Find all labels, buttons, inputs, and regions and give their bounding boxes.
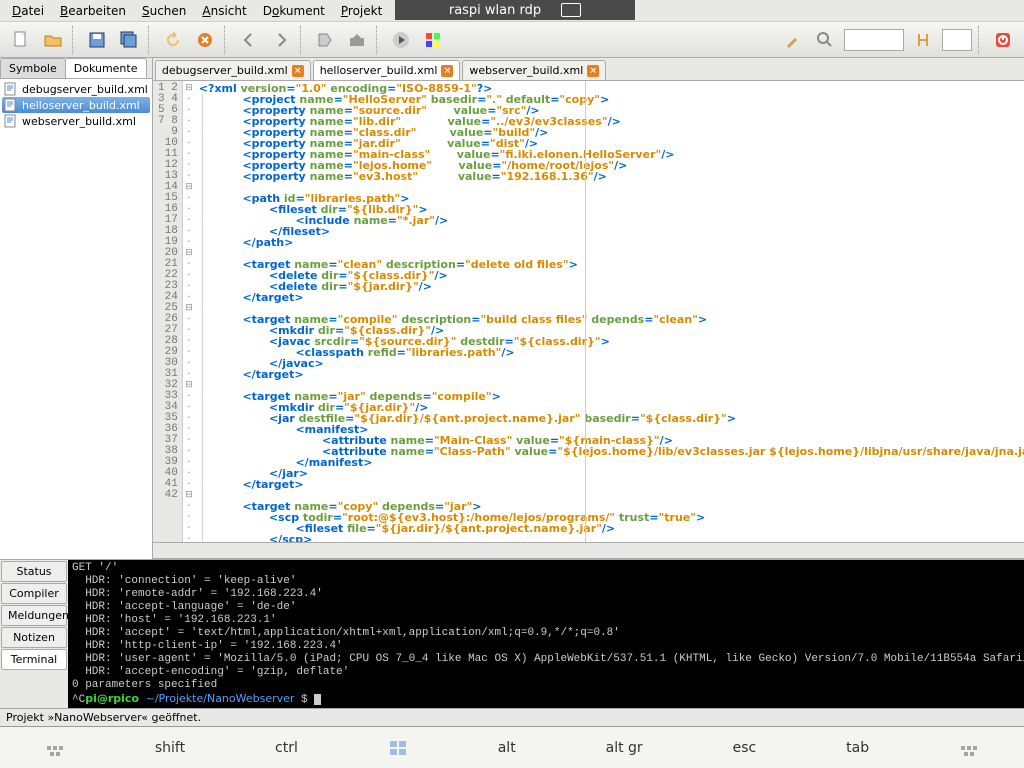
windows-key-icon[interactable] [388, 738, 408, 758]
horizontal-scrollbar[interactable] [153, 542, 1024, 558]
bottom-tab-notizen[interactable]: Notizen [1, 627, 67, 648]
save-all-icon[interactable] [114, 25, 144, 55]
close-tab-icon[interactable]: × [441, 65, 453, 77]
onscreen-keyboard-bar: shift ctrl alt alt gr esc tab [0, 726, 1024, 768]
sidebar-tab-dokumente[interactable]: Dokumente [65, 58, 147, 78]
close-tab-icon[interactable]: × [292, 65, 304, 77]
menu-dokument[interactable]: Dokument [255, 2, 333, 20]
code-editor[interactable]: 1 2 3 4 5 6 7 8 9 10 11 12 13 14 15 16 1… [153, 80, 1024, 542]
bottom-tab-status[interactable]: Status [1, 561, 67, 582]
statusbar: Projekt »NanoWebserver« geöffnet. [0, 708, 1024, 726]
sidebar-tab-symbole[interactable]: Symbole [0, 58, 66, 78]
new-file-icon[interactable] [6, 25, 36, 55]
key-shift[interactable]: shift [155, 740, 185, 756]
rdp-title-banner: raspi wlan rdp [395, 0, 635, 20]
brush-icon[interactable] [778, 25, 808, 55]
reload-icon[interactable] [158, 25, 188, 55]
key-esc[interactable]: esc [733, 740, 757, 756]
banner-text: raspi wlan rdp [449, 3, 541, 18]
bottom-tab-terminal[interactable]: Terminal [1, 649, 67, 670]
goto-input[interactable] [942, 29, 972, 51]
sidebar-tabs: SymboleDokumente [0, 58, 152, 79]
jump-icon[interactable] [908, 25, 938, 55]
line-gutter: 1 2 3 4 5 6 7 8 9 10 11 12 13 14 15 16 1… [153, 81, 183, 542]
fold-column[interactable]: ⊟ · · · · · · · · ⊟ · · · · · ⊟ · · · · … [183, 81, 195, 542]
bottom-tab-compiler[interactable]: Compiler [1, 583, 67, 604]
editor-tabs: debugserver_build.xml×helloserver_build.… [153, 58, 1024, 80]
compile-icon[interactable] [310, 25, 340, 55]
editor-tab[interactable]: helloserver_build.xml× [313, 60, 461, 80]
terminal[interactable]: GET '/' HDR: 'connection' = 'keep-alive'… [68, 560, 1024, 708]
code-content[interactable]: <?xml version="1.0" encoding="ISO-8859-1… [195, 81, 1024, 542]
save-icon[interactable] [82, 25, 112, 55]
quit-icon[interactable] [988, 25, 1018, 55]
xml-file-icon [4, 98, 18, 112]
open-file-icon[interactable] [38, 25, 68, 55]
menu-projekt[interactable]: Projekt [333, 2, 390, 20]
key-altgr[interactable]: alt gr [606, 740, 643, 756]
xml-file-icon [4, 82, 18, 96]
sidebar: SymboleDokumente debugserver_build.xmlhe… [0, 58, 153, 558]
file-item[interactable]: debugserver_build.xml [2, 81, 150, 97]
search-input[interactable] [844, 29, 904, 51]
bottom-tabs: StatusCompilerMeldungenNotizenTerminal [0, 560, 68, 708]
file-item[interactable]: webserver_build.xml [2, 113, 150, 129]
xml-file-icon [4, 114, 18, 128]
close-file-icon[interactable] [190, 25, 220, 55]
key-tab[interactable]: tab [846, 740, 869, 756]
editor-tab[interactable]: debugserver_build.xml× [155, 60, 311, 80]
menu-bearbeiten[interactable]: Bearbeiten [52, 2, 134, 20]
grid-right-icon[interactable] [959, 738, 979, 758]
keyboard-icon[interactable] [561, 3, 581, 17]
search-icon[interactable] [810, 25, 840, 55]
color-picker-icon[interactable] [418, 25, 448, 55]
status-text: Projekt »NanoWebserver« geöffnet. [6, 711, 201, 724]
forward-icon[interactable] [266, 25, 296, 55]
back-icon[interactable] [234, 25, 264, 55]
grid-left-icon[interactable] [45, 738, 65, 758]
bottom-tab-meldungen[interactable]: Meldungen [1, 605, 67, 626]
menu-ansicht[interactable]: Ansicht [194, 2, 254, 20]
run-icon[interactable] [386, 25, 416, 55]
key-alt[interactable]: alt [498, 740, 516, 756]
menu-datei[interactable]: Datei [4, 2, 52, 20]
toolbar [0, 22, 1024, 58]
close-tab-icon[interactable]: × [587, 65, 599, 77]
file-item[interactable]: helloserver_build.xml [2, 97, 150, 113]
bottom-panel: StatusCompilerMeldungenNotizenTerminal G… [0, 558, 1024, 708]
file-list: debugserver_build.xmlhelloserver_build.x… [0, 79, 152, 559]
key-ctrl[interactable]: ctrl [275, 740, 298, 756]
editor-tab[interactable]: webserver_build.xml× [462, 60, 606, 80]
build-icon[interactable] [342, 25, 372, 55]
menu-suchen[interactable]: Suchen [134, 2, 194, 20]
